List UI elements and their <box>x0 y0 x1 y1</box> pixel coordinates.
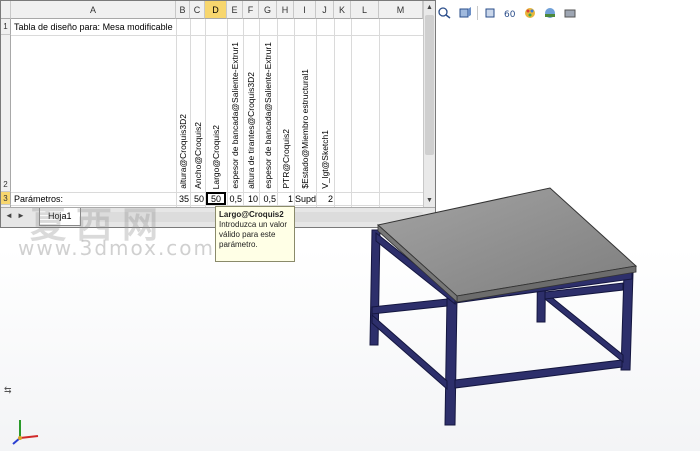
leg-front-left <box>444 297 458 426</box>
view-nav-arrows-icon[interactable]: ⇆ <box>4 385 12 396</box>
rail-lower-front <box>454 359 623 389</box>
axis-triad-icon <box>12 420 39 445</box>
rail-lower-left-top <box>371 298 448 315</box>
table-3d-model[interactable] <box>0 0 700 451</box>
rail-lower-right <box>544 290 624 364</box>
rail-lower-left-diag <box>371 313 448 391</box>
